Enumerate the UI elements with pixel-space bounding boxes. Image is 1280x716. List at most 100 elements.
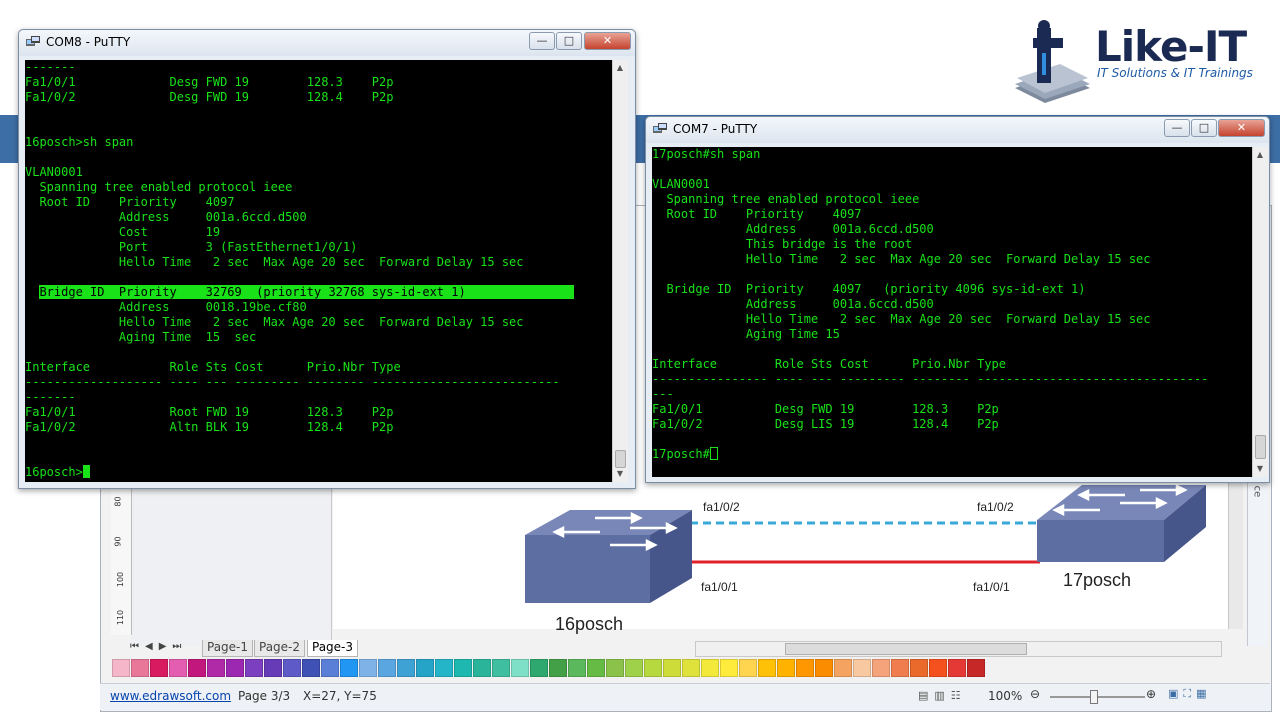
- palette-swatch[interactable]: [891, 659, 909, 677]
- palette-swatch[interactable]: [625, 659, 643, 677]
- palette-swatch[interactable]: [112, 659, 130, 677]
- terminal-cursor: [82, 465, 90, 478]
- terminal-line: Aging Time 15 sec: [25, 330, 257, 344]
- palette-swatch[interactable]: [777, 659, 795, 677]
- palette-swatch[interactable]: [587, 659, 605, 677]
- maximize-button[interactable]: □: [1191, 119, 1217, 137]
- website-link[interactable]: www.edrawsoft.com: [110, 689, 231, 703]
- tab-page-3[interactable]: Page-3: [307, 640, 359, 657]
- palette-swatch[interactable]: [872, 659, 890, 677]
- fit-page-icons[interactable]: ▣⛶▦: [1168, 687, 1212, 701]
- minimize-button[interactable]: —: [529, 32, 555, 50]
- maximize-button[interactable]: □: [556, 32, 582, 50]
- palette-swatch[interactable]: [682, 659, 700, 677]
- palette-swatch[interactable]: [302, 659, 320, 677]
- palette-swatch[interactable]: [150, 659, 168, 677]
- switch-right-icon[interactable]: [1037, 483, 1206, 562]
- palette-swatch[interactable]: [929, 659, 947, 677]
- view-mode-icons[interactable]: ▤▥☷: [918, 689, 967, 702]
- putty-window-com7: COM7 - PuTTY — □ ✕ 17posch#sh span VLAN0…: [645, 116, 1270, 483]
- minimize-button[interactable]: —: [1164, 119, 1190, 137]
- palette-swatch[interactable]: [169, 659, 187, 677]
- tab-page-1[interactable]: Page-1: [202, 640, 254, 657]
- palette-swatch[interactable]: [853, 659, 871, 677]
- zoom-in-icon[interactable]: ⊕: [1146, 687, 1156, 701]
- terminal-line: ---------------- ---- --- --------- ----…: [652, 372, 1209, 386]
- palette-swatch[interactable]: [720, 659, 738, 677]
- terminal-line: 16posch>: [25, 465, 90, 479]
- palette-swatch[interactable]: [397, 659, 415, 677]
- palette-swatch[interactable]: [340, 659, 358, 677]
- palette-swatch[interactable]: [226, 659, 244, 677]
- palette-swatch[interactable]: [948, 659, 966, 677]
- terminal-line: Address 001a.6ccd.d500: [652, 222, 934, 236]
- palette-swatch[interactable]: [967, 659, 985, 677]
- page-tabs: ⏮◀▶⏭ Page-1 Page-2 Page-3: [100, 640, 700, 657]
- scroll-thumb[interactable]: [1255, 435, 1266, 459]
- terminal-line: Address 001a.6ccd.d500: [25, 210, 307, 224]
- terminal-line: Interface Role Sts Cost Prio.Nbr Type: [652, 357, 1007, 371]
- tab-page-2[interactable]: Page-2: [254, 640, 306, 657]
- terminal-line: Aging Time 15: [652, 327, 840, 341]
- palette-swatch[interactable]: [283, 659, 301, 677]
- palette-swatch[interactable]: [264, 659, 282, 677]
- scroll-up-icon[interactable]: ▲: [615, 63, 625, 73]
- palette-swatch[interactable]: [359, 659, 377, 677]
- terminal-line: VLAN0001: [25, 165, 83, 179]
- terminal-line: Fa1/0/2 Altn BLK 19 128.4 P2p: [25, 420, 394, 434]
- close-button[interactable]: ✕: [1218, 119, 1265, 137]
- palette-swatch[interactable]: [549, 659, 567, 677]
- putty-com8-titlebar[interactable]: COM8 - PuTTY — □ ✕: [19, 30, 635, 56]
- palette-swatch[interactable]: [245, 659, 263, 677]
- page-nav-arrows-icon[interactable]: ⏮◀▶⏭: [130, 641, 187, 652]
- palette-swatch[interactable]: [492, 659, 510, 677]
- terminal-line: Fa1/0/1 Root FWD 19 128.3 P2p: [25, 405, 394, 419]
- putty-com8-terminal[interactable]: ------- Fa1/0/1 Desg FWD 19 128.3 P2p Fa…: [25, 60, 612, 482]
- scroll-down-icon[interactable]: ▼: [1255, 464, 1265, 474]
- palette-swatch[interactable]: [131, 659, 149, 677]
- palette-swatch[interactable]: [511, 659, 529, 677]
- palette-swatch[interactable]: [606, 659, 624, 677]
- palette-swatch[interactable]: [435, 659, 453, 677]
- terminal-line: Hello Time 2 sec Max Age 20 sec Forward …: [652, 312, 1151, 326]
- putty-com8-scrollbar[interactable]: ▲ ▼: [612, 60, 628, 482]
- horizontal-scroll-thumb[interactable]: [785, 643, 1027, 655]
- terminal-line: Spanning tree enabled protocol ieee: [652, 192, 920, 206]
- palette-swatch[interactable]: [378, 659, 396, 677]
- palette-swatch[interactable]: [739, 659, 757, 677]
- cursor-coordinates: X=27, Y=75: [303, 689, 377, 703]
- putty-com7-terminal[interactable]: 17posch#sh span VLAN0001 Spanning tree e…: [652, 147, 1252, 477]
- palette-swatch[interactable]: [834, 659, 852, 677]
- palette-swatch[interactable]: [473, 659, 491, 677]
- palette-swatch[interactable]: [644, 659, 662, 677]
- close-button[interactable]: ✕: [584, 32, 631, 50]
- zoom-out-icon[interactable]: ⊖: [1030, 687, 1040, 701]
- palette-swatch[interactable]: [701, 659, 719, 677]
- terminal-line: Bridge ID Priority 32769 (priority 32768…: [25, 285, 575, 299]
- palette-swatch[interactable]: [910, 659, 928, 677]
- scroll-up-icon[interactable]: ▲: [1255, 150, 1265, 160]
- palette-swatch[interactable]: [815, 659, 833, 677]
- scroll-down-icon[interactable]: ▼: [615, 469, 625, 479]
- palette-swatch[interactable]: [530, 659, 548, 677]
- scroll-thumb[interactable]: [615, 450, 626, 468]
- switch-left-icon[interactable]: [525, 510, 692, 603]
- palette-swatch[interactable]: [663, 659, 681, 677]
- ruler-mark: 80: [113, 496, 123, 507]
- putty-com7-titlebar[interactable]: COM7 - PuTTY — □ ✕: [646, 117, 1269, 143]
- zoom-slider-thumb[interactable]: [1090, 690, 1098, 704]
- palette-swatch[interactable]: [188, 659, 206, 677]
- palette-swatch[interactable]: [321, 659, 339, 677]
- terminal-line: Fa1/0/2 Desg FWD 19 128.4 P2p: [25, 90, 394, 104]
- palette-swatch[interactable]: [796, 659, 814, 677]
- port-label-left-bottom: fa1/0/1: [701, 580, 738, 594]
- terminal-output: 17posch#sh span VLAN0001 Spanning tree e…: [652, 147, 1252, 462]
- palette-swatch[interactable]: [416, 659, 434, 677]
- palette-swatch[interactable]: [207, 659, 225, 677]
- palette-swatch[interactable]: [454, 659, 472, 677]
- terminal-line: Hello Time 2 sec Max Age 20 sec Forward …: [25, 255, 524, 269]
- palette-swatch[interactable]: [568, 659, 586, 677]
- palette-swatch[interactable]: [758, 659, 776, 677]
- putty-com7-scrollbar[interactable]: ▲ ▼: [1252, 147, 1268, 477]
- putty-window-com8: COM8 - PuTTY — □ ✕ ------- Fa1/0/1 Desg …: [18, 29, 636, 489]
